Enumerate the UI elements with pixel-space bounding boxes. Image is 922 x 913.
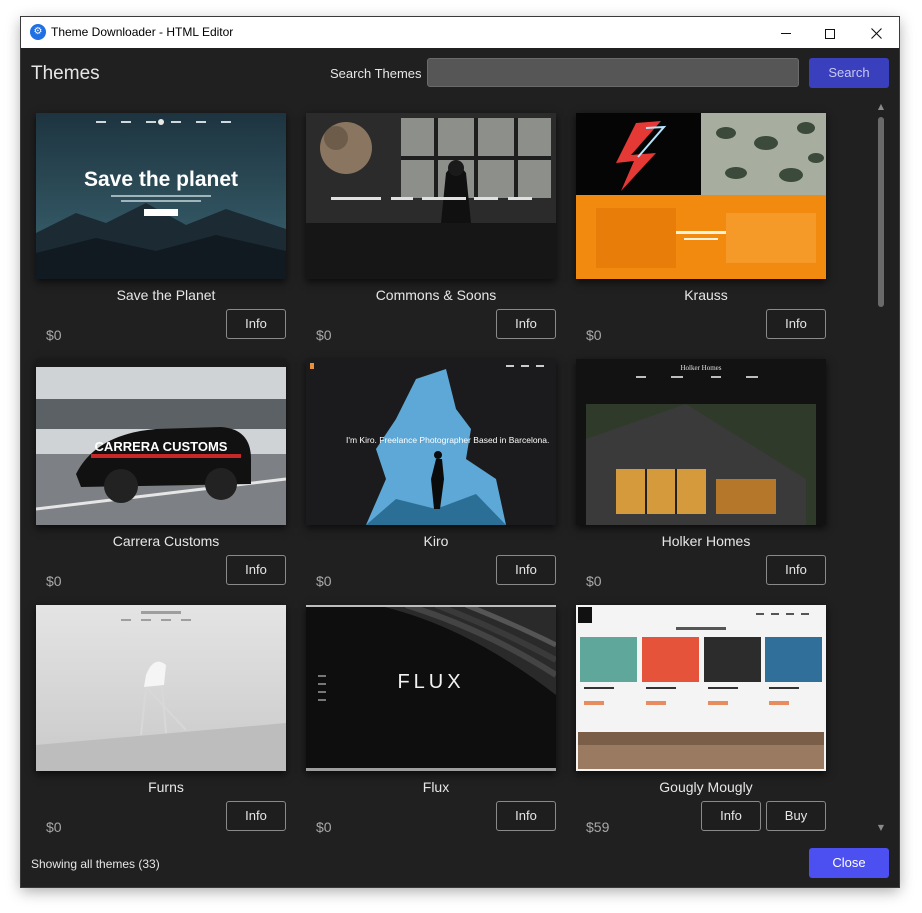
- status-text: Showing all themes (33): [31, 857, 160, 871]
- theme-card: Gougly Mougly $59 Info Buy: [576, 605, 828, 837]
- app-logo-icon: ⚙: [30, 24, 46, 40]
- theme-price: $0: [46, 327, 62, 343]
- theme-thumbnail[interactable]: [306, 113, 556, 279]
- theme-card: FLUX Flux $0 Info: [306, 605, 558, 837]
- theme-name: Furns: [148, 779, 184, 795]
- search-label: Search Themes: [330, 66, 422, 81]
- info-button[interactable]: Info: [226, 555, 286, 585]
- minimize-button[interactable]: [763, 17, 809, 48]
- thumbnail-headline: Holker Homes: [680, 364, 721, 372]
- search-input[interactable]: [427, 58, 799, 87]
- vertical-scrollbar[interactable]: ▲ ▼: [873, 101, 889, 837]
- theme-name: Commons & Soons: [375, 287, 497, 303]
- info-button[interactable]: Info: [226, 309, 286, 339]
- theme-price: $59: [586, 819, 610, 835]
- info-button[interactable]: Info: [766, 555, 826, 585]
- theme-price: $0: [46, 819, 62, 835]
- theme-thumbnail[interactable]: [36, 605, 286, 771]
- theme-price: $0: [586, 573, 602, 589]
- maximize-button[interactable]: [807, 17, 853, 48]
- theme-price: $0: [316, 819, 332, 835]
- theme-thumbnail[interactable]: Save the planet: [36, 113, 286, 279]
- info-button[interactable]: Info: [701, 801, 761, 831]
- info-button[interactable]: Info: [496, 555, 556, 585]
- theme-thumbnail[interactable]: Holker Homes: [576, 359, 826, 525]
- title-bar: ⚙ Theme Downloader - HTML Editor: [21, 17, 899, 48]
- theme-name: Krauss: [684, 287, 728, 303]
- theme-thumbnail[interactable]: I'm Kiro. Freelance Photographer Based i…: [306, 359, 556, 525]
- theme-price: $0: [586, 327, 602, 343]
- buy-button[interactable]: Buy: [766, 801, 826, 831]
- theme-card: Save the planet Save the Planet $0 Info: [36, 113, 288, 359]
- theme-price: $0: [46, 573, 62, 589]
- minimize-icon: [781, 33, 791, 34]
- theme-card: I'm Kiro. Freelance Photographer Based i…: [306, 359, 558, 605]
- scroll-thumb[interactable]: [878, 117, 884, 307]
- search-button[interactable]: Search: [809, 58, 889, 88]
- theme-price: $0: [316, 327, 332, 343]
- close-button[interactable]: Close: [809, 848, 889, 878]
- page-title: Themes: [31, 63, 100, 84]
- theme-card: CARRERA CUSTOMS Carrera Customs $0 Info: [36, 359, 288, 605]
- info-button[interactable]: Info: [766, 309, 826, 339]
- maximize-icon: [825, 28, 835, 39]
- theme-thumbnail[interactable]: [576, 605, 826, 771]
- theme-downloader-window: ⚙ Theme Downloader - HTML Editor Themes …: [21, 17, 899, 887]
- theme-card: Holker Homes Holker Homes $0 Info: [576, 359, 828, 605]
- theme-card: Commons & Soons $0 Info: [306, 113, 558, 359]
- info-button[interactable]: Info: [496, 309, 556, 339]
- thumbnail-headline: Save the planet: [84, 168, 238, 191]
- theme-grid: Save the planet Save the Planet $0 Info: [21, 102, 871, 837]
- thumbnail-headline: CARRERA CUSTOMS: [95, 439, 228, 454]
- theme-name: Kiro: [423, 533, 449, 549]
- close-window-button[interactable]: [853, 17, 899, 48]
- theme-name: Gougly Mougly: [659, 779, 753, 795]
- theme-name: Holker Homes: [661, 533, 751, 549]
- thumbnail-headline: I'm Kiro. Freelance Photographer Based i…: [346, 435, 549, 445]
- theme-name: Flux: [422, 779, 450, 795]
- info-button[interactable]: Info: [226, 801, 286, 831]
- theme-thumbnail[interactable]: CARRERA CUSTOMS: [36, 359, 286, 525]
- theme-card: Furns $0 Info: [36, 605, 288, 837]
- theme-name: Save the Planet: [116, 287, 216, 303]
- scroll-up-icon[interactable]: ▲: [876, 102, 886, 112]
- theme-card: Krauss $0 Info: [576, 113, 828, 359]
- theme-name: Carrera Customs: [112, 533, 220, 549]
- thumbnail-headline: FLUX: [397, 671, 464, 693]
- close-icon: [870, 28, 882, 39]
- window-title: Theme Downloader - HTML Editor: [51, 25, 234, 39]
- theme-thumbnail[interactable]: [576, 113, 826, 279]
- info-button[interactable]: Info: [496, 801, 556, 831]
- theme-thumbnail[interactable]: FLUX: [306, 605, 556, 771]
- theme-price: $0: [316, 573, 332, 589]
- scroll-down-icon[interactable]: ▼: [876, 823, 886, 833]
